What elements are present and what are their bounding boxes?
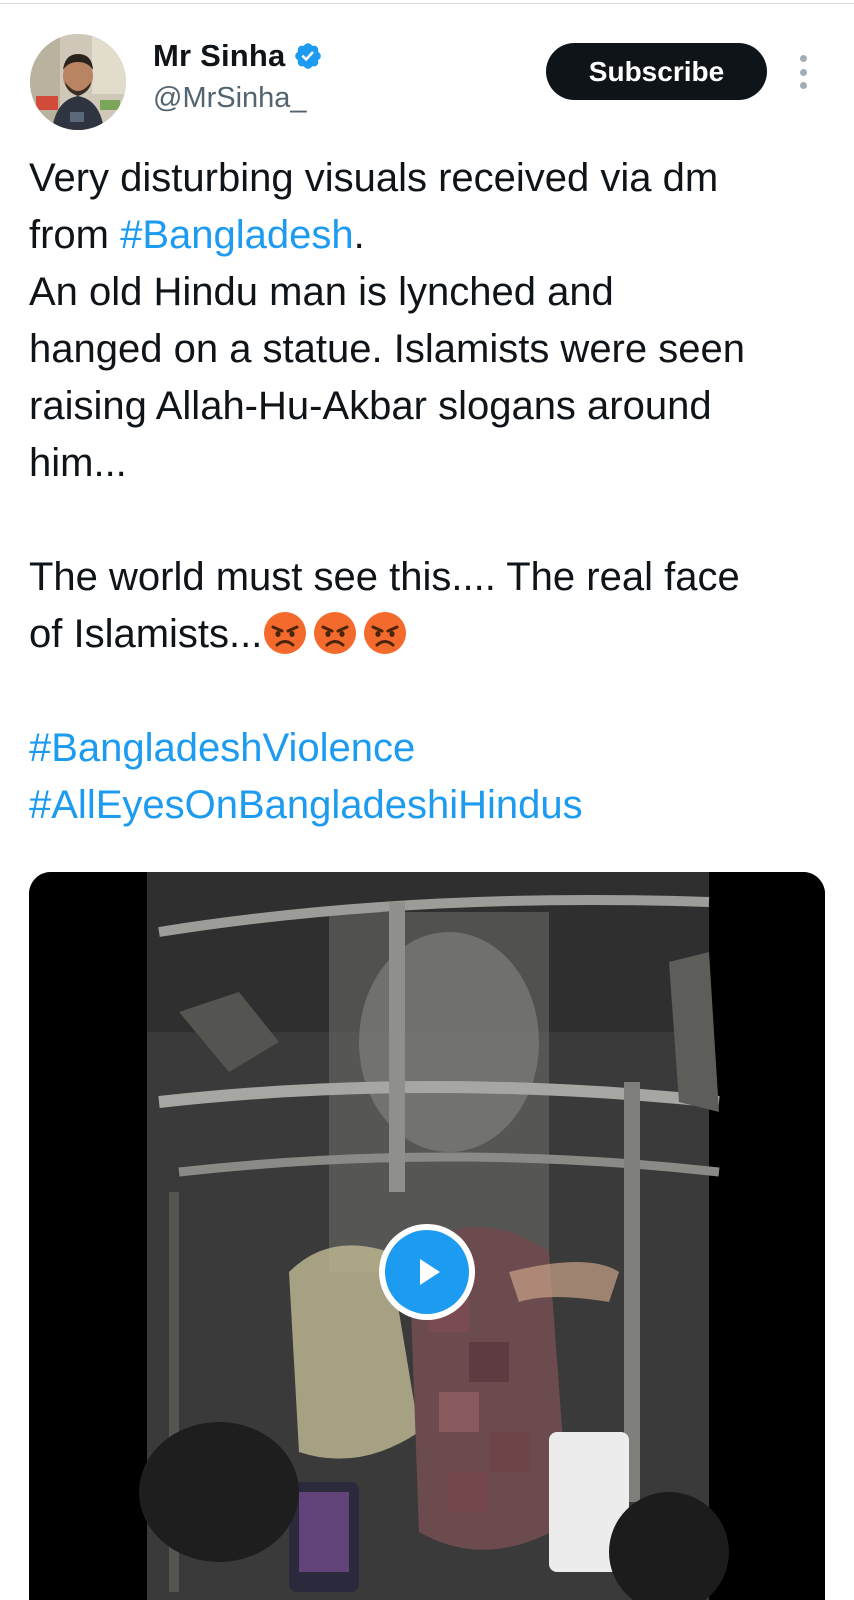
avatar-photo: [30, 34, 126, 130]
author-display-name[interactable]: Mr Sinha: [153, 38, 286, 74]
more-dot: [799, 68, 807, 76]
video-media[interactable]: [29, 872, 825, 1600]
post-line: The world must see this.... The real fac…: [29, 555, 740, 599]
post-line-text: of Islamists...: [29, 612, 263, 656]
post-line: An old Hindu man is lynched and: [29, 270, 614, 314]
post-line: Very disturbing visuals received via dm: [29, 156, 719, 200]
hashtag-bangladesh[interactable]: #Bangladesh: [120, 213, 354, 257]
post-line-text: from: [29, 213, 121, 257]
author-handle[interactable]: @MrSinha_: [153, 82, 307, 115]
post-text: Very disturbing visuals received via dm …: [29, 150, 829, 834]
more-dot: [799, 55, 807, 62]
hashtag-bangladesh-violence[interactable]: #BangladeshViolence: [29, 720, 829, 777]
hashtag-all-eyes-on-bangladeshi-hindus[interactable]: #AllEyesOnBangladeshiHindus: [29, 777, 829, 834]
post-line: of Islamists...: [29, 606, 829, 663]
play-icon: [385, 1230, 469, 1314]
subscribe-button[interactable]: Subscribe: [546, 43, 767, 100]
angry-face-emoji: [362, 610, 408, 656]
post-line: him...: [29, 441, 127, 485]
play-button[interactable]: [379, 1224, 475, 1320]
post-line: raising Allah-Hu-Akbar slogans around: [29, 384, 712, 428]
post-line: from #Bangladesh.: [29, 207, 829, 264]
more-options-icon[interactable]: [796, 55, 810, 89]
verified-badge-icon[interactable]: [293, 41, 323, 71]
angry-face-emoji: [312, 610, 358, 656]
post-line-punct: .: [353, 213, 365, 257]
more-dot: [799, 82, 807, 89]
top-divider: [0, 3, 854, 4]
author-name-row[interactable]: Mr Sinha: [153, 38, 323, 74]
post-line: hanged on a statue. Islamists were seen: [29, 327, 745, 371]
play-triangle: [420, 1259, 440, 1285]
author-avatar[interactable]: [30, 34, 126, 130]
angry-face-emoji: [262, 610, 308, 656]
